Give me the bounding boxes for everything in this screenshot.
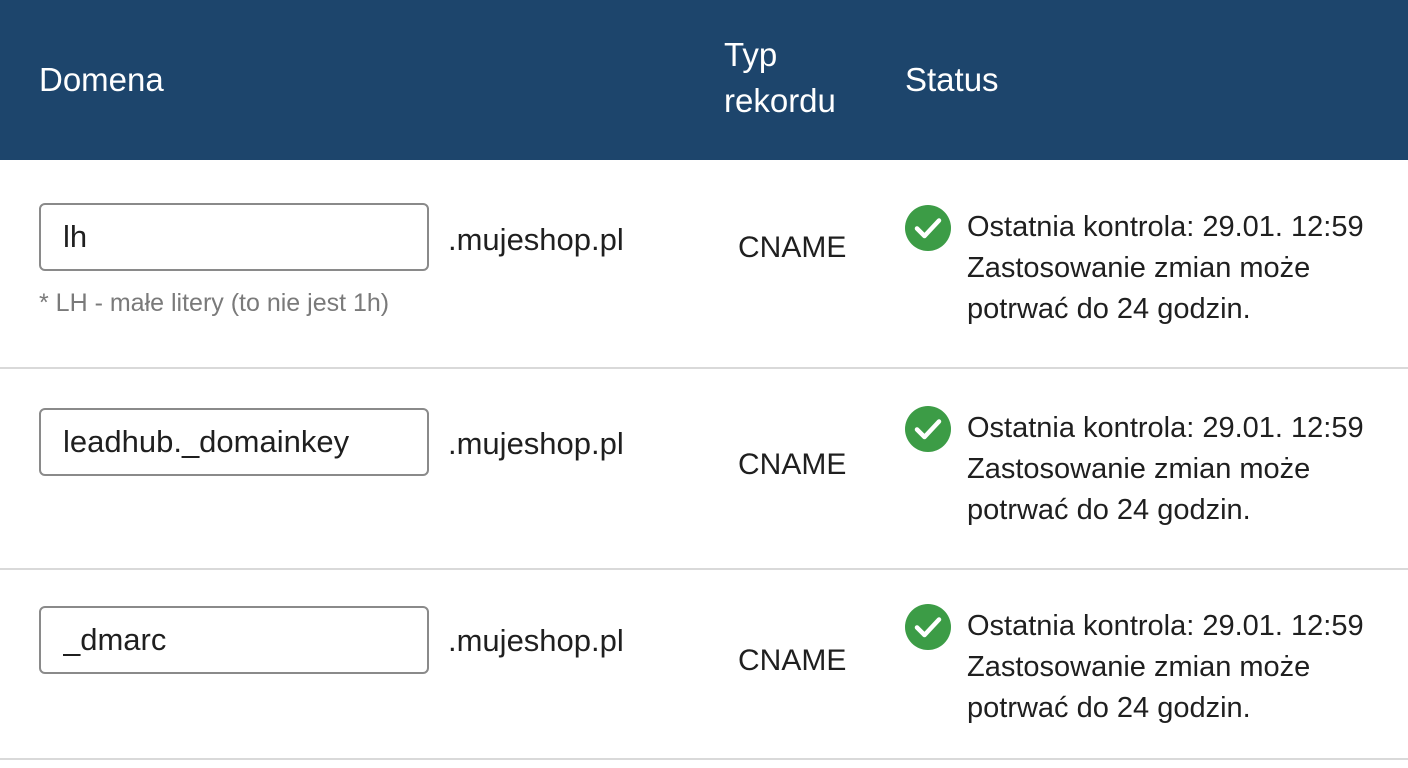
status-note-line2: potrwać do 24 godzin. — [967, 692, 1251, 724]
status-note-line1: Zastosowanie zmian może — [967, 252, 1311, 284]
check-circle-icon — [905, 406, 951, 452]
check-circle-icon — [905, 205, 951, 251]
status-last-check: Ostatnia kontrola: 29.01. 12:59 — [967, 211, 1364, 243]
status-last-check: Ostatnia kontrola: 29.01. 12:59 — [967, 610, 1364, 642]
table-row: .mujeshop.pl CNAME Ostatnia kontrola: 29… — [0, 570, 1408, 760]
status-note-line2: potrwać do 24 godzin. — [967, 494, 1251, 526]
subdomain-input[interactable] — [39, 408, 429, 476]
column-header-record-type-line2: rekordu — [724, 82, 836, 119]
domain-suffix: .mujeshop.pl — [448, 426, 624, 461]
table-row: .mujeshop.pl CNAME Ostatnia kontrola: 29… — [0, 369, 1408, 570]
subdomain-input[interactable] — [39, 203, 429, 271]
record-type: CNAME — [738, 644, 847, 677]
status-note-line1: Zastosowanie zmian może — [967, 453, 1311, 485]
dns-records-table: Domena Typ rekordu Status .mujeshop.pl *… — [0, 0, 1408, 768]
column-header-record-type: Typ rekordu — [724, 32, 894, 124]
column-header-status: Status — [905, 61, 999, 98]
record-type: CNAME — [738, 231, 847, 264]
domain-suffix: .mujeshop.pl — [448, 222, 624, 257]
status-note-line1: Zastosowanie zmian może — [967, 651, 1311, 683]
subdomain-input[interactable] — [39, 606, 429, 674]
column-header-record-type-line1: Typ — [724, 36, 778, 73]
table-header: Domena Typ rekordu Status — [0, 0, 1408, 160]
status-note-line2: potrwać do 24 godzin. — [967, 293, 1251, 325]
check-circle-icon — [905, 604, 951, 650]
status-last-check: Ostatnia kontrola: 29.01. 12:59 — [967, 412, 1364, 444]
table-row: .mujeshop.pl * LH - małe litery (to nie … — [0, 160, 1408, 369]
column-header-domain: Domena — [39, 61, 164, 98]
status-text: Ostatnia kontrola: 29.01. 12:59 Zastosow… — [967, 207, 1397, 330]
record-type: CNAME — [738, 448, 847, 481]
status-text: Ostatnia kontrola: 29.01. 12:59 Zastosow… — [967, 606, 1397, 729]
domain-suffix: .mujeshop.pl — [448, 623, 624, 658]
subdomain-hint: * LH - małe litery (to nie jest 1h) — [39, 289, 390, 317]
status-text: Ostatnia kontrola: 29.01. 12:59 Zastosow… — [967, 408, 1397, 531]
